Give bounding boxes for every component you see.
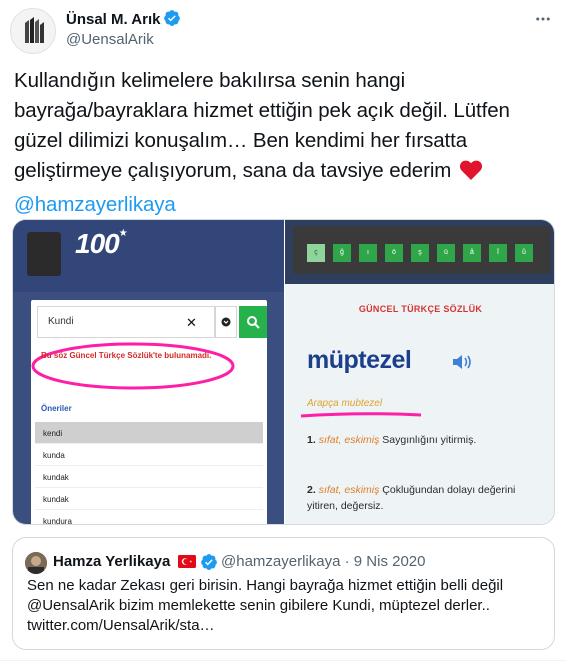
tdk-logo: 100★ — [75, 228, 128, 259]
portrait-image — [27, 232, 61, 276]
speaker-icon — [451, 354, 473, 375]
key: ç — [307, 244, 325, 262]
highlight-circle — [31, 342, 235, 390]
definition-item: 1. sıfat, eskimiş Saygınlığını yitirmiş. — [307, 434, 477, 446]
verified-badge-icon — [163, 9, 181, 31]
quoted-tweet-date[interactable]: · 9 Nis 2020 — [345, 553, 426, 570]
word-origin: Arapça mubtezel — [307, 398, 383, 409]
tweet-media[interactable]: 100★ Kundi ✕ Bu söz Güncel Türkçe Sözlük… — [12, 219, 555, 525]
tweet-mention-link[interactable]: @hamzayerlikaya — [14, 193, 176, 216]
keyboard-area: ç ğ ı ö ş ü â î û — [285, 220, 554, 284]
dictionary-word: müptezel — [307, 346, 412, 374]
quoted-tweet[interactable]: Hamza Yerlikaya @hamzayerlikaya · 9 Nis … — [12, 537, 555, 650]
more-options-icon[interactable] — [532, 8, 554, 30]
turkey-flag-icon — [178, 555, 196, 568]
quoted-author-handle[interactable]: @hamzayerlikaya — [221, 553, 340, 570]
suggestion-item: kendi — [35, 422, 263, 444]
quoted-author-name[interactable]: Hamza Yerlikaya — [53, 553, 170, 570]
media-image-left[interactable]: 100★ Kundi ✕ Bu söz Güncel Türkçe Sözlük… — [13, 220, 284, 524]
suggestion-item: kundak — [35, 466, 263, 488]
divider — [0, 660, 566, 665]
tweet-text: Kullandığın kelimelere bakılırsa senin h… — [14, 66, 559, 220]
chevron-down-icon — [215, 306, 237, 338]
special-keys-bar: ç ğ ı ö ş ü â î û — [293, 226, 551, 274]
tdk-header: 100★ — [13, 220, 284, 292]
key: â — [463, 244, 481, 262]
author-name-row[interactable]: Ünsal M. Arık — [66, 9, 181, 31]
not-found-message: Bu söz Güncel Türkçe Sözlük'te bulunamad… — [41, 351, 212, 360]
author-name[interactable]: Ünsal M. Arık — [66, 11, 160, 28]
key: ö — [385, 244, 403, 262]
search-panel: Kundi ✕ Bu söz Güncel Türkçe Sözlük'te b… — [31, 300, 267, 524]
tweet: Ünsal M. Arık @UensalArik Kullandığın ke… — [0, 0, 566, 665]
dictionary-title: GÜNCEL TÜRKÇE SÖZLÜK — [358, 304, 483, 314]
search-icon — [239, 306, 267, 338]
suggestion-item: kundak — [35, 488, 263, 510]
key: î — [489, 244, 507, 262]
tweet-body: Kullandığın kelimelere bakılırsa senin h… — [14, 69, 510, 182]
author-handle[interactable]: @UensalArik — [66, 31, 154, 48]
search-input: Kundi ✕ — [37, 306, 215, 338]
key: ş — [411, 244, 429, 262]
clear-icon: ✕ — [186, 315, 197, 330]
key: ı — [359, 244, 377, 262]
suggestion-item: kundura — [35, 510, 263, 524]
search-value: Kundi — [48, 316, 74, 327]
media-image-right[interactable]: ç ğ ı ö ş ü â î û GÜNCEL TÜRKÇE SÖZLÜK m… — [285, 220, 554, 524]
quoted-author-handle-date[interactable]: @hamzayerlikaya · 9 Nis 2020 — [221, 553, 425, 570]
key: û — [515, 244, 533, 262]
key: ğ — [333, 244, 351, 262]
definition-item: 2. sıfat, eskimiş Çokluğundan dolayı değ… — [307, 484, 516, 512]
author-avatar[interactable] — [10, 8, 56, 54]
highlight-underline — [300, 412, 422, 418]
suggestion-item: kunda — [35, 444, 263, 466]
verified-badge-icon — [200, 553, 218, 576]
suggestions-title: Öneriler — [41, 404, 72, 413]
quoted-author-avatar[interactable] — [25, 552, 47, 574]
key: ü — [437, 244, 455, 262]
heart-icon — [459, 159, 483, 190]
quoted-tweet-text: Sen ne kadar Zekası geri birisin. Hangi … — [27, 577, 504, 634]
